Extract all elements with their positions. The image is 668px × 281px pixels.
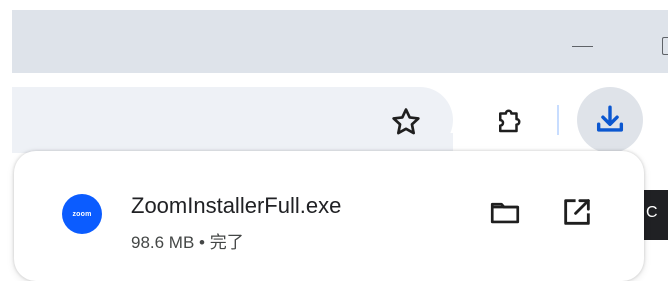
open-file-button[interactable] <box>556 191 598 233</box>
window-edge <box>0 0 12 260</box>
downloads-bubble: zoom ZoomInstallerFull.exe 98.6 MB • 完了 <box>14 151 644 281</box>
title-bar <box>12 10 668 73</box>
star-outline-icon <box>392 108 420 135</box>
download-status: 98.6 MB • 完了 <box>131 233 244 252</box>
page-fragment: C <box>644 190 668 240</box>
zoom-app-icon-text: zoom <box>72 210 92 218</box>
extensions-button[interactable] <box>488 100 530 142</box>
maximize-icon[interactable] <box>662 37 668 55</box>
open-external-icon <box>564 199 590 225</box>
download-file-name[interactable]: ZoomInstallerFull.exe <box>131 193 341 219</box>
page-fragment-text: C <box>646 204 658 221</box>
bookmark-button[interactable] <box>386 102 426 142</box>
minimize-icon[interactable] <box>572 46 593 47</box>
folder-icon <box>490 202 520 224</box>
browser-toolbar <box>12 73 668 153</box>
zoom-app-icon: zoom <box>62 194 102 234</box>
toolbar-separator <box>557 105 559 135</box>
download-icon <box>596 105 624 132</box>
show-in-folder-button[interactable] <box>484 191 526 233</box>
downloads-button[interactable] <box>577 87 643 153</box>
puzzle-icon <box>499 109 521 133</box>
